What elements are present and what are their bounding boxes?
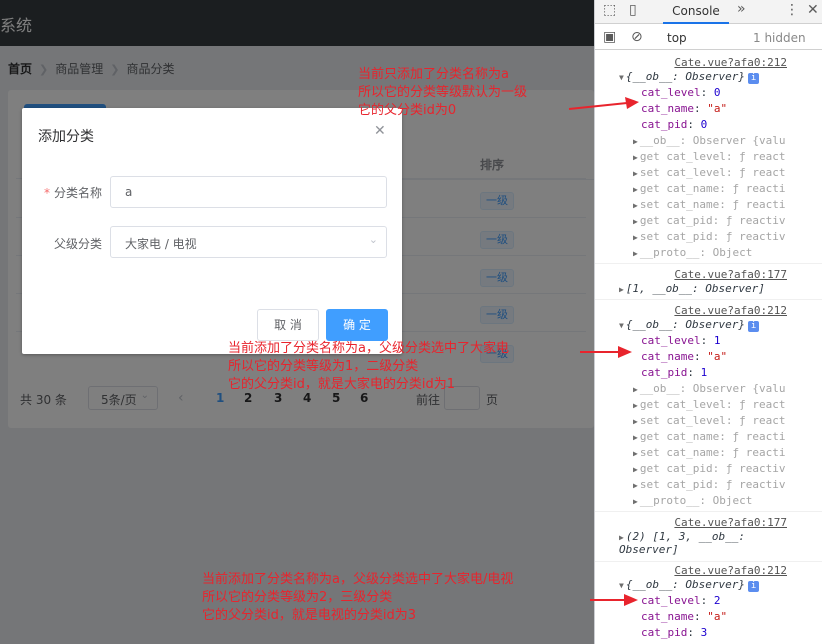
- expanded-triangle-icon: ▼: [619, 581, 624, 590]
- more-options-icon[interactable]: ⋮: [785, 2, 799, 18]
- log-property[interactable]: ▶ set cat_name: ƒ reacti: [633, 446, 786, 459]
- expanded-triangle-icon: ▼: [619, 321, 624, 330]
- context-selector[interactable]: top: [667, 31, 687, 45]
- category-name-input[interactable]: a: [110, 176, 387, 208]
- log-object-header[interactable]: ▼ {__ob__: Observer} i: [619, 70, 760, 84]
- console-filter-bar: ▣ ⊘ top 1 hidden: [595, 26, 822, 50]
- devtools-toolbar: ⬚ ▯ Console » ⋮ ✕: [595, 0, 822, 24]
- annotation-line: 它的父分类id，就是电视的分类id为3: [202, 608, 416, 623]
- log-source-link[interactable]: Cate.vue?afa0:212: [674, 304, 787, 317]
- parent-category-cascader[interactable]: 大家电 / 电视 ⌄: [110, 226, 387, 258]
- tab-console[interactable]: Console: [663, 0, 729, 24]
- parent-category-label: 父级分类: [53, 237, 102, 251]
- info-icon: i: [748, 321, 760, 332]
- annotation-line: 所以它的分类等级为2，三级分类: [202, 590, 393, 605]
- log-property[interactable]: ▶ __proto__: Object: [633, 246, 752, 259]
- category-name-label: * 分类名称: [32, 184, 102, 201]
- annotation-line: 它的父分类id为0: [358, 103, 457, 118]
- log-property[interactable]: ▶ __ob__: Observer {valu: [633, 134, 786, 147]
- log-property[interactable]: ▶ get cat_name: ƒ reacti: [633, 182, 786, 195]
- log-property[interactable]: ▶ set cat_pid: ƒ reactiv: [633, 230, 786, 243]
- log-property: cat_pid: 1: [641, 366, 708, 379]
- parent-category-value: 大家电 / 电视: [125, 237, 197, 251]
- log-group: Cate.vue?afa0:177 ▶ [1, __ob__: Observer]: [595, 264, 822, 300]
- log-object-header[interactable]: ▼ {__ob__: Observer} i: [619, 578, 760, 592]
- log-property[interactable]: ▶ set cat_pid: ƒ reactiv: [633, 478, 786, 491]
- log-property: cat_name: "a": [641, 610, 728, 623]
- log-property[interactable]: ▶ __ob__: Observer {valu: [633, 382, 786, 395]
- arrow-icon: [590, 594, 638, 606]
- arrow-icon: [568, 97, 639, 110]
- log-source-link[interactable]: Cate.vue?afa0:212: [674, 564, 787, 577]
- dialog-title: 添加分类: [38, 129, 94, 145]
- log-group: Cate.vue?afa0:212 ▼ {__ob__: Observer} i c…: [595, 300, 822, 512]
- category-name-label-text: 分类名称: [53, 186, 102, 200]
- annotation-level-three: 当前添加了分类名称为a，父级分类选中了大家电/电视 所以它的分类等级为2，三级分…: [202, 571, 513, 625]
- clear-console-icon[interactable]: ⊘: [631, 29, 643, 45]
- log-object-header[interactable]: ▼ {__ob__: Observer} i: [619, 318, 760, 332]
- log-property: cat_pid: 0: [641, 118, 708, 131]
- annotation-line: 当前添加了分类名称为a，父级分类选中了大家电/电视: [202, 572, 514, 587]
- close-icon[interactable]: ✕: [374, 123, 386, 139]
- annotation-line: 当前添加了分类名称为a，父级分类选中了大家电: [228, 341, 509, 356]
- arrow-icon: [580, 346, 632, 358]
- category-name-value: a: [125, 185, 133, 199]
- log-source-link[interactable]: Cate.vue?afa0:212: [674, 56, 787, 69]
- add-category-dialog: 添加分类 ✕ * 分类名称 a 父级分类 大家电 / 电视 ⌄ 取 消 确 定: [22, 108, 402, 354]
- annotation-line: 当前只添加了分类名称为a: [358, 67, 509, 82]
- annotation-level-one: 当前只添加了分类名称为a 所以它的分类等级默认为一级 它的父分类id为0: [358, 66, 527, 120]
- log-property: cat_level: 1: [641, 334, 721, 347]
- log-array-header[interactable]: ▶ [1, __ob__: Observer]: [619, 282, 765, 295]
- info-icon: i: [748, 73, 760, 84]
- log-property: cat_level: 0: [641, 86, 721, 99]
- collapsed-triangle-icon: ▶: [619, 533, 624, 542]
- annotation-line: 所以它的分类等级默认为一级: [358, 85, 528, 100]
- log-property: cat_pid: 3: [641, 626, 708, 639]
- log-property: cat_name: "a": [641, 350, 728, 363]
- annotation-line: 所以它的分类等级为1，二级分类: [228, 359, 419, 374]
- log-property[interactable]: ▶ get cat_level: ƒ react: [633, 150, 786, 163]
- device-toggle-icon[interactable]: ▯: [629, 2, 637, 18]
- log-array-header[interactable]: ▶ (2) [1, 3, __ob__: Observer]: [619, 530, 795, 556]
- log-value: 0: [713, 86, 721, 99]
- log-group: Cate.vue?afa0:212 ▼ {__ob__: Observer} i c…: [595, 52, 822, 264]
- log-group: Cate.vue?afa0:177 ▶ (2) [1, 3, __ob__: Ob…: [595, 512, 822, 562]
- sidebar-toggle-icon[interactable]: ▣: [603, 29, 616, 45]
- log-property[interactable]: ▶ get cat_level: ƒ react: [633, 398, 786, 411]
- log-property[interactable]: ▶ get cat_name: ƒ reacti: [633, 430, 786, 443]
- info-icon: i: [748, 581, 760, 592]
- log-property[interactable]: ▶ get cat_pid: ƒ reactiv: [633, 214, 786, 227]
- log-property: cat_name: "a": [641, 102, 728, 115]
- log-header-text: {__ob__: Observer}: [625, 70, 746, 83]
- log-property[interactable]: ▶ set cat_level: ƒ react: [633, 166, 786, 179]
- expanded-triangle-icon: ▼: [619, 73, 624, 82]
- more-tabs-icon[interactable]: »: [737, 1, 746, 17]
- confirm-button[interactable]: 确 定: [326, 309, 388, 341]
- log-property[interactable]: ▶ set cat_level: ƒ react: [633, 414, 786, 427]
- log-property: cat_level: 2: [641, 594, 721, 607]
- annotation-level-two: 当前添加了分类名称为a，父级分类选中了大家电 所以它的分类等级为1，二级分类 它…: [228, 340, 509, 394]
- inspect-element-icon[interactable]: ⬚: [603, 2, 616, 18]
- log-value: "a": [707, 102, 728, 115]
- log-source-link[interactable]: Cate.vue?afa0:177: [674, 516, 787, 529]
- collapsed-triangle-icon: ▶: [619, 285, 624, 294]
- log-source-link[interactable]: Cate.vue?afa0:177: [674, 268, 787, 281]
- required-asterisk: *: [43, 186, 50, 200]
- close-icon[interactable]: ✕: [807, 2, 819, 18]
- chevron-down-icon: ⌄: [368, 233, 378, 246]
- log-property[interactable]: ▶ set cat_name: ƒ reacti: [633, 198, 786, 211]
- hidden-count: 1 hidden: [753, 31, 806, 45]
- cancel-button[interactable]: 取 消: [257, 309, 319, 341]
- annotation-line: 它的父分类id，就是大家电的分类id为1: [228, 377, 455, 392]
- log-property[interactable]: ▶ __proto__: Object: [633, 494, 752, 507]
- log-value: 0: [700, 118, 708, 131]
- log-property[interactable]: ▶ get cat_pid: ƒ reactiv: [633, 462, 786, 475]
